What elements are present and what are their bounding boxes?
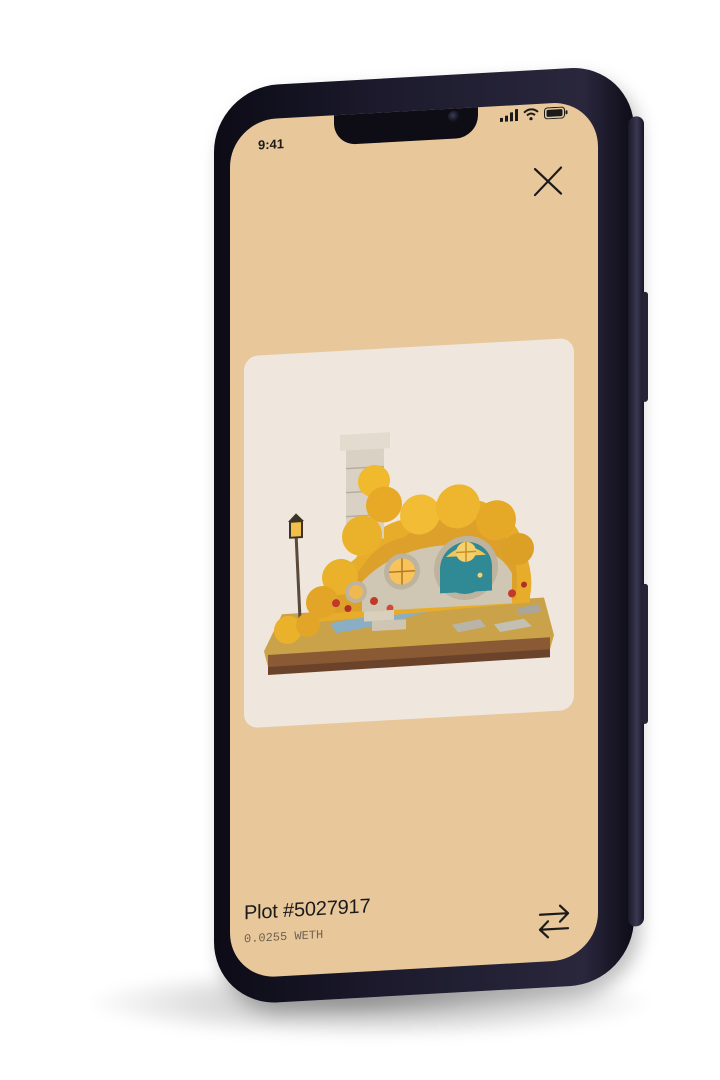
signal-icon	[500, 109, 518, 123]
battery-icon	[544, 106, 568, 120]
phone-frame: 9:41 Plot #5027917 0.0255 WETH	[214, 64, 648, 1006]
hobbit-house-illustration	[264, 432, 554, 675]
camera-icon	[448, 110, 460, 123]
swap-arrows-icon	[538, 904, 570, 939]
nft-image-card[interactable]	[244, 337, 574, 729]
phone-side-edge	[628, 115, 644, 927]
plot-title: Plot #5027917	[244, 895, 371, 925]
volume-button	[642, 291, 648, 403]
notch	[334, 103, 478, 146]
status-icons	[500, 106, 568, 123]
close-button[interactable]	[530, 162, 566, 200]
plot-price: 0.0255 WETH	[244, 927, 324, 947]
close-icon	[533, 166, 563, 197]
power-button	[642, 583, 648, 725]
status-time: 9:41	[258, 136, 285, 153]
swap-button[interactable]	[532, 898, 576, 944]
mockup-stage: 9:41 Plot #5027917 0.0255 WETH	[0, 0, 720, 1080]
wifi-icon	[523, 108, 539, 121]
phone-screen: 9:41 Plot #5027917 0.0255 WETH	[230, 100, 598, 980]
